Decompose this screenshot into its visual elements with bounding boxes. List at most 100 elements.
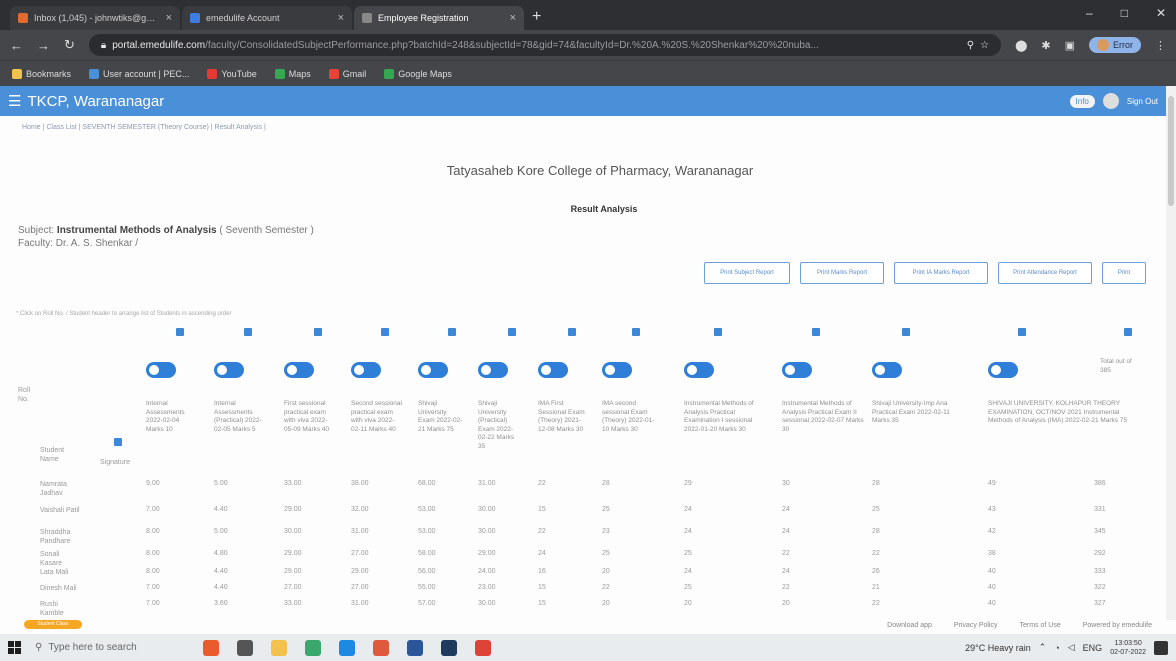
- back-icon[interactable]: ←: [10, 38, 23, 53]
- menu-kebab-icon[interactable]: ⋮: [1155, 39, 1166, 52]
- column-toggle[interactable]: [988, 362, 1018, 378]
- hamburger-icon[interactable]: ☰: [8, 92, 21, 110]
- column-toggle[interactable]: [782, 362, 812, 378]
- column-toggle[interactable]: [478, 362, 508, 378]
- zoom-icon[interactable]: ⚲: [967, 40, 974, 51]
- column-toggle[interactable]: [684, 362, 714, 378]
- maximize-icon[interactable]: □: [1121, 6, 1128, 20]
- minimize-icon[interactable]: –: [1086, 6, 1093, 20]
- chrome-icon[interactable]: [475, 639, 491, 656]
- clock[interactable]: 13:03:50 02-07-2022: [1110, 639, 1146, 657]
- column-toggle[interactable]: [418, 362, 448, 378]
- terms-link[interactable]: Terms of Use: [1020, 622, 1061, 629]
- word-icon[interactable]: [407, 639, 423, 656]
- privacy-policy-link[interactable]: Privacy Policy: [954, 622, 998, 629]
- bookmark-item[interactable]: Bookmarks: [12, 68, 71, 79]
- bookmark-item[interactable]: Maps: [274, 68, 311, 79]
- close-tab-icon[interactable]: ×: [338, 12, 344, 24]
- taskbar-search[interactable]: ⚲ Type here to search: [35, 642, 195, 653]
- weather-widget[interactable]: 29°C Heavy rain: [965, 643, 1031, 653]
- tab-title: Inbox (1,045) - johnwtiks@gmail: [34, 13, 160, 23]
- print-attendance-button[interactable]: Print Attendance Report: [998, 262, 1092, 284]
- language-indicator[interactable]: ENG: [1083, 643, 1103, 653]
- student-name: Rushi Kamble: [40, 601, 64, 617]
- column-checkbox[interactable]: [244, 328, 252, 336]
- download-app-link[interactable]: Download app: [887, 622, 932, 629]
- browser-tab-1[interactable]: emedulife Account ×: [182, 6, 352, 30]
- close-tab-icon[interactable]: ×: [510, 12, 516, 24]
- student-name-header[interactable]: Student Name: [40, 446, 74, 464]
- column-checkbox[interactable]: [508, 328, 516, 336]
- file-explorer-icon[interactable]: [271, 639, 287, 656]
- column-checkbox[interactable]: [632, 328, 640, 336]
- marks-cell: 31.00: [351, 600, 369, 607]
- edge-icon[interactable]: [339, 639, 355, 656]
- notification-icon[interactable]: [1154, 640, 1168, 655]
- network-icon[interactable]: ◔: [1054, 643, 1059, 653]
- teams-icon[interactable]: [441, 639, 457, 656]
- profile-button[interactable]: Error: [1089, 37, 1141, 53]
- column-toggle[interactable]: [214, 362, 244, 378]
- column-toggle[interactable]: [602, 362, 632, 378]
- address-bar[interactable]: 🔒︎ portal.emedulife.com/faculty/Consolid…: [88, 34, 1002, 56]
- browser-tab-2[interactable]: Employee Registration ×: [354, 6, 524, 30]
- column-toggle[interactable]: [146, 362, 176, 378]
- user-avatar[interactable]: [1102, 93, 1119, 109]
- chrome-icon[interactable]: [305, 639, 321, 656]
- column-header: Internal Assessments 2022-02-04 Marks 10: [146, 400, 185, 433]
- roll-no-header[interactable]: Roll No.: [18, 386, 42, 404]
- breadcrumb[interactable]: Home | Class List | SEVENTH SEMESTER (Th…: [22, 124, 266, 131]
- marks-cell: 40: [988, 584, 996, 591]
- sidepanel-icon[interactable]: ▣: [1065, 39, 1075, 52]
- new-tab-icon[interactable]: +: [532, 8, 541, 26]
- marks-cell: 24.00: [478, 568, 496, 575]
- bookmark-item[interactable]: User account | PEC...: [89, 68, 189, 79]
- column-checkbox[interactable]: [448, 328, 456, 336]
- column-toggle[interactable]: [872, 362, 902, 378]
- page-title: Result Analysis: [570, 204, 638, 214]
- column-checkbox[interactable]: [812, 328, 820, 336]
- scrollbar-thumb[interactable]: [1168, 96, 1174, 206]
- forward-icon[interactable]: →: [37, 38, 50, 53]
- column-checkbox[interactable]: [314, 328, 322, 336]
- star-icon[interactable]: ☆: [980, 40, 989, 51]
- column-checkbox[interactable]: [1018, 328, 1026, 336]
- puzzle-icon[interactable]: ✱: [1041, 39, 1050, 52]
- column-header: Second sessional practical exam with viv…: [351, 400, 402, 433]
- app-icon[interactable]: [203, 639, 219, 656]
- info-badge[interactable]: Info: [1069, 94, 1095, 108]
- windows-start-icon[interactable]: [8, 641, 21, 654]
- reload-icon[interactable]: ↻: [64, 37, 75, 53]
- close-window-icon[interactable]: ✕: [1156, 6, 1166, 20]
- column-checkbox[interactable]: [176, 328, 184, 336]
- extension-icon[interactable]: ⬤: [1015, 39, 1027, 52]
- select-all-checkbox[interactable]: [114, 438, 122, 446]
- office-icon[interactable]: [373, 639, 389, 656]
- sort-hint: * Click on Roll No. / Student header to …: [16, 311, 232, 317]
- column-toggle[interactable]: [538, 362, 568, 378]
- marks-cell: 345: [1094, 528, 1106, 535]
- chevron-up-icon[interactable]: ⌃: [1039, 642, 1047, 653]
- print-ia-marks-button[interactable]: Print IA Marks Report: [894, 262, 988, 284]
- task-view-icon[interactable]: [237, 639, 253, 656]
- column-toggle[interactable]: [351, 362, 381, 378]
- student-name: Lata Mali: [40, 569, 69, 576]
- close-tab-icon[interactable]: ×: [166, 12, 172, 24]
- bookmark-item[interactable]: YouTube: [207, 68, 257, 79]
- print-subject-report-button[interactable]: Print Subject Report: [704, 262, 790, 284]
- column-checkbox[interactable]: [568, 328, 576, 336]
- column-checkbox[interactable]: [902, 328, 910, 336]
- sign-out-link[interactable]: Sign Out: [1127, 97, 1158, 106]
- volume-icon[interactable]: ◁: [1068, 642, 1075, 653]
- bookmark-item[interactable]: Google Maps: [384, 68, 452, 79]
- print-button[interactable]: Print: [1102, 262, 1146, 284]
- browser-tab-0[interactable]: Inbox (1,045) - johnwtiks@gmail ×: [10, 6, 180, 30]
- column-checkbox[interactable]: [381, 328, 389, 336]
- print-marks-report-button[interactable]: Print Marks Report: [800, 262, 884, 284]
- column-toggle[interactable]: [284, 362, 314, 378]
- bookmark-item[interactable]: Gmail: [328, 68, 366, 79]
- announcement-pill[interactable]: Student Class Announcement: [24, 620, 82, 636]
- column-checkbox[interactable]: [714, 328, 722, 336]
- marks-cell: 30.00: [478, 528, 496, 535]
- column-checkbox[interactable]: [1124, 328, 1132, 336]
